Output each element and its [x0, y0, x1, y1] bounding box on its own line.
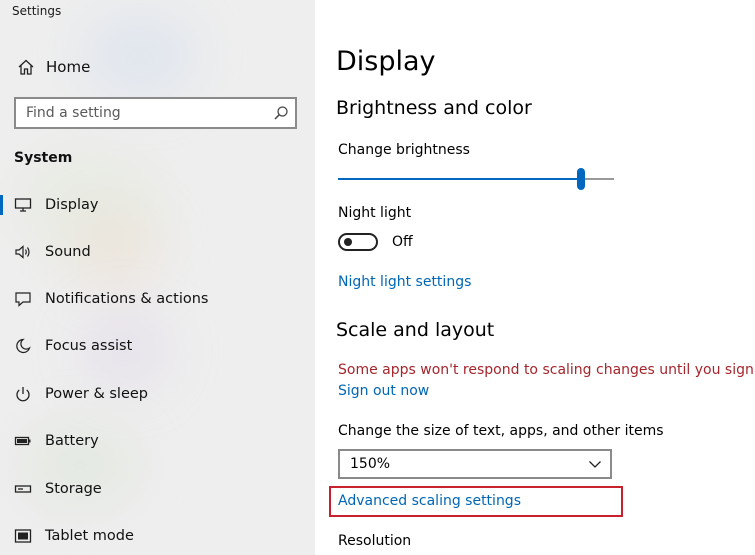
- sidebar-item-label: Display: [45, 197, 99, 213]
- sidebar-item-notifications[interactable]: Notifications & actions: [0, 281, 315, 317]
- sidebar-backdrop: [80, 10, 200, 100]
- sidebar: Settings Home System Display Sound: [0, 0, 315, 555]
- size-label: Change the size of text, apps, and other…: [338, 423, 664, 439]
- sidebar-item-label: Focus assist: [45, 338, 133, 354]
- chevron-down-icon: [580, 459, 610, 469]
- slider-thumb[interactable]: [576, 168, 585, 190]
- tablet-icon: [12, 528, 34, 544]
- night-light-state: Off: [392, 234, 413, 250]
- storage-icon: [12, 481, 34, 497]
- toggle-knob: [344, 238, 352, 246]
- battery-icon: [12, 433, 34, 449]
- sidebar-item-tablet-mode[interactable]: Tablet mode: [0, 518, 315, 554]
- night-light-settings-link[interactable]: Night light settings: [338, 274, 471, 290]
- sidebar-item-label: Tablet mode: [45, 528, 134, 544]
- search-input[interactable]: [16, 105, 267, 121]
- section-title: System: [14, 150, 73, 166]
- scale-dropdown-value: 150%: [350, 456, 391, 472]
- sidebar-item-label: Storage: [45, 481, 102, 497]
- sidebar-item-label: Power & sleep: [45, 386, 148, 402]
- settings-window: Settings Home System Display Sound: [0, 0, 755, 555]
- monitor-icon: [12, 197, 34, 213]
- home-label: Home: [46, 58, 91, 76]
- advanced-scaling-link[interactable]: Advanced scaling settings: [338, 493, 521, 509]
- night-light-label: Night light: [338, 205, 412, 221]
- brightness-heading: Brightness and color: [336, 97, 532, 119]
- app-title: Settings: [12, 4, 62, 18]
- brightness-label: Change brightness: [338, 142, 470, 158]
- page-title: Display: [336, 46, 436, 77]
- moon-icon: [12, 338, 34, 354]
- night-light-toggle[interactable]: [338, 233, 378, 251]
- sidebar-item-focus-assist[interactable]: Focus assist: [0, 328, 315, 364]
- home-icon: [14, 58, 38, 76]
- sidebar-item-label: Sound: [45, 244, 91, 260]
- sign-out-link[interactable]: Sign out now: [338, 383, 429, 399]
- search-icon[interactable]: [267, 105, 295, 121]
- slider-fill: [338, 178, 581, 180]
- home-nav-item[interactable]: Home: [14, 54, 90, 80]
- sidebar-item-label: Battery: [45, 433, 99, 449]
- search-box[interactable]: [14, 97, 297, 129]
- scale-dropdown[interactable]: 150%: [338, 449, 612, 479]
- sidebar-item-sound[interactable]: Sound: [0, 234, 315, 270]
- sidebar-item-battery[interactable]: Battery: [0, 423, 315, 459]
- sidebar-item-power-sleep[interactable]: Power & sleep: [0, 376, 315, 412]
- brightness-slider[interactable]: [338, 168, 614, 190]
- power-icon: [12, 386, 34, 402]
- scale-warning: Some apps won't respond to scaling chang…: [338, 362, 755, 378]
- sidebar-item-label: Notifications & actions: [45, 291, 209, 307]
- resolution-label: Resolution: [338, 533, 412, 549]
- main-content: Display Brightness and color Change brig…: [315, 0, 755, 555]
- sidebar-item-storage[interactable]: Storage: [0, 471, 315, 507]
- speaker-icon: [12, 244, 34, 260]
- scale-heading: Scale and layout: [336, 319, 495, 341]
- sidebar-item-display[interactable]: Display: [0, 187, 315, 223]
- notification-icon: [12, 291, 34, 307]
